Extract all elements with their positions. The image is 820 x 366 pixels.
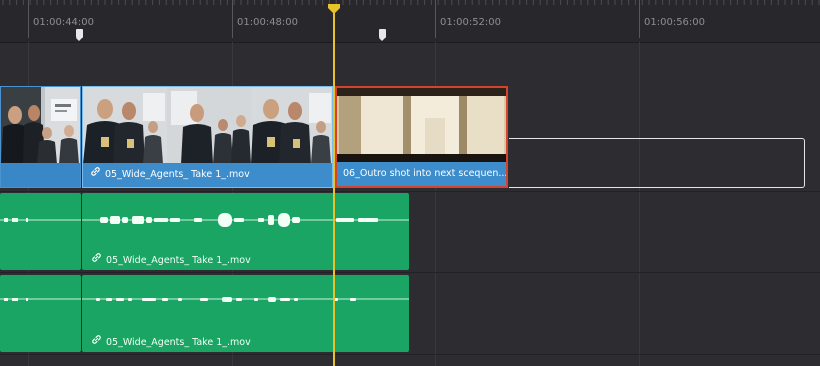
- timecode-label: 01:00:44:00: [33, 17, 95, 28]
- ruler-major-tick: [232, 0, 233, 38]
- video-clip[interactable]: [0, 86, 81, 188]
- clip-thumbnail: [1, 87, 80, 164]
- timecode-label: 01:00:48:00: [237, 17, 299, 28]
- ruler-major-tick: [435, 0, 436, 38]
- video-clip[interactable]: 05_Wide_Agents_ Take 1_.mov: [82, 86, 333, 188]
- clip-name: 05_Wide_Agents_ Take 1_.mov: [106, 255, 251, 266]
- link-icon: [89, 163, 101, 187]
- audio-clip-label: 05_Wide_Agents_ Take 1_.mov: [90, 334, 251, 348]
- clip-thumbnail: [83, 87, 332, 164]
- link-icon: [90, 334, 102, 348]
- timecode-label: 01:00:56:00: [644, 17, 706, 28]
- grid-line: [639, 42, 640, 366]
- clip-name-bar: 05_Wide_Agents_ Take 1_.mov: [83, 163, 332, 187]
- clip-thumbnail: [337, 88, 506, 165]
- link-icon: [90, 252, 102, 266]
- audio-clip[interactable]: 05_Wide_Agents_ Take 1_.mov: [82, 275, 409, 352]
- clip-name: 05_Wide_Agents_ Take 1_.mov: [106, 337, 251, 348]
- clip-name: 06_Outro shot into next scequen...: [343, 168, 506, 179]
- timecode-ruler[interactable]: 01:00:44:00 01:00:48:00 01:00:52:00 01:0…: [0, 0, 820, 43]
- ruler-major-tick: [639, 0, 640, 38]
- marker-icon[interactable]: [379, 29, 386, 41]
- video-clip-selected[interactable]: 06_Outro shot into next scequen...: [335, 86, 508, 188]
- clip-name-bar: [1, 163, 80, 187]
- timeline[interactable]: 01:00:44:00 01:00:48:00 01:00:52:00 01:0…: [0, 0, 820, 366]
- ruler-fine-ticks: [2, 0, 820, 5]
- track-divider: [0, 191, 820, 192]
- audio-clip-label: 05_Wide_Agents_ Take 1_.mov: [90, 252, 251, 266]
- clip-name: 05_Wide_Agents_ Take 1_.mov: [105, 169, 250, 180]
- audio-waveform: [0, 298, 81, 301]
- audio-clip[interactable]: [0, 275, 81, 352]
- timecode-label: 01:00:52:00: [440, 17, 502, 28]
- track-divider: [0, 272, 820, 273]
- audio-clip[interactable]: [0, 193, 81, 270]
- audio-waveform: [0, 218, 81, 222]
- audio-clip[interactable]: 05_Wide_Agents_ Take 1_.mov: [82, 193, 409, 270]
- clip-outline-placeholder[interactable]: [509, 138, 805, 188]
- marker-icon[interactable]: [76, 29, 83, 41]
- playhead[interactable]: [333, 6, 335, 366]
- ruler-major-tick: [28, 0, 29, 38]
- clip-name-bar: 06_Outro shot into next scequen...: [337, 162, 506, 186]
- track-divider: [0, 354, 820, 355]
- playhead-icon[interactable]: [327, 3, 341, 15]
